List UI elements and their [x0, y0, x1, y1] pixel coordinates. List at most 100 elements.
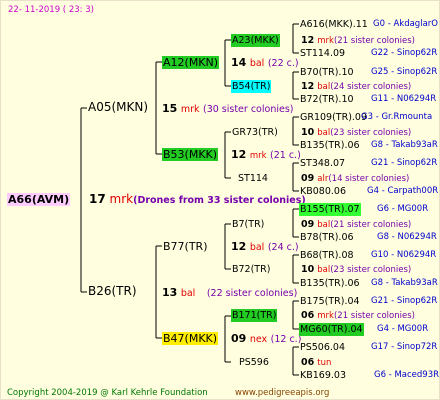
- b77-mating-info: 12 bal (24 c.): [231, 240, 299, 254]
- queen-kb080: KB080.06: [300, 186, 346, 197]
- b7-year: 09: [301, 219, 315, 230]
- queen-b26: B26(TR): [88, 284, 137, 298]
- queen-b77: B77(TR): [163, 240, 208, 253]
- a12-mating: bal: [249, 58, 265, 69]
- st114-year: 09: [301, 173, 315, 184]
- queen-b135-a: B135(TR).06: [300, 140, 360, 151]
- b7-mating-info: 09 bal(21 sister colonies): [301, 218, 411, 232]
- b171-mating-info: 06 mrk(21 sister colonies): [301, 309, 415, 323]
- code-b72-10: G11 - N06294R: [371, 94, 437, 104]
- st114-mating-info: 09 alr(14 sister colonies): [301, 172, 409, 186]
- b77-mating: bal: [249, 242, 265, 253]
- b7-mating: bal: [317, 220, 331, 230]
- code-b175: G21 - Sinop62R: [371, 296, 438, 306]
- ps596-year: 06: [301, 357, 315, 368]
- queen-st114: ST114: [238, 173, 268, 184]
- code-b68: G10 - N06294R: [371, 250, 437, 260]
- code-st348: G21 - Sinop62R: [371, 158, 438, 168]
- st114-note: (14 sister colonies): [328, 174, 410, 184]
- queen-root: A66(AVM): [7, 193, 71, 206]
- b72-note: (23 sister colonies): [330, 265, 412, 275]
- b171-year: 06: [301, 310, 315, 321]
- b72-mating: bal: [317, 265, 331, 275]
- queen-b72: B72(TR): [232, 264, 271, 275]
- gr73-mating: bal: [317, 128, 331, 138]
- code-a616: G0 - AkdaglarO: [373, 19, 438, 29]
- b72-year: 10: [301, 264, 315, 275]
- b53-mating-info: 12 mrk (21 c.): [231, 148, 301, 163]
- gr73-mating-info: 10 bal(23 sister colonies): [301, 126, 411, 140]
- code-b70: G25 - Sinop62R: [371, 67, 438, 77]
- b47-mating-info: 09 nex (12 c.): [231, 332, 301, 346]
- a23-note: (21 sister colonies): [333, 36, 415, 46]
- root-mating: mrk: [109, 192, 134, 206]
- code-kb080: G4 - Carpath00R: [367, 186, 439, 196]
- queen-b135-b: B135(TR).06: [300, 278, 360, 289]
- gr73-note: (23 sister colonies): [330, 128, 412, 138]
- b54-mating: bal: [317, 82, 331, 92]
- root-year: 17: [89, 192, 106, 206]
- a05-note: (30 sister colonies): [202, 104, 294, 115]
- b171-note: (21 sister colonies): [333, 311, 415, 321]
- ps596-mating: tun: [317, 358, 332, 368]
- gr73-year: 10: [301, 127, 315, 138]
- code-b135-a: G8 - Takab93aR: [371, 140, 438, 150]
- b72-mating-info: 10 bal(23 sister colonies): [301, 263, 411, 277]
- b47-year: 09: [231, 332, 247, 345]
- root-note: (Drones from 33 sister colonies): [133, 195, 306, 206]
- queen-b175: B175(TR).04: [300, 296, 360, 307]
- a05-mating: mrk: [180, 104, 200, 115]
- a12-mating-info: 14 bal (22 c.): [231, 56, 299, 70]
- a12-year: 14: [231, 56, 247, 69]
- a05-mating-info: 15 mrk (30 sister colonies): [162, 102, 293, 116]
- b53-note: (21 c.): [270, 150, 301, 161]
- b54-year: 12: [301, 81, 315, 92]
- code-mg60: G4 - MG00R: [377, 324, 429, 334]
- queen-mg60: MG60(TR).04: [299, 323, 364, 336]
- queen-b54: B54(TR): [231, 80, 272, 93]
- queen-b70: B70(TR).10: [300, 67, 354, 78]
- b54-mating-info: 12 bal(24 sister colonies): [301, 80, 411, 94]
- b26-mating: bal: [180, 288, 196, 299]
- a05-year: 15: [162, 102, 178, 115]
- queen-ps596: PS596: [239, 357, 269, 368]
- b171-mating: mrk: [317, 311, 334, 321]
- queen-b72-10: B72(TR).10: [300, 94, 354, 105]
- queen-b78: B78(TR).06: [300, 232, 354, 243]
- copyright-text: Copyright 2004-2019 @ Karl Kehrle Founda…: [7, 388, 208, 398]
- pedigree-chart: 22- 11-2019 ( 23: 3) A66(AVM) 17 mrk(Dro…: [0, 0, 440, 400]
- report-date: 22- 11-2019 ( 23: 3): [8, 5, 94, 15]
- queen-a12: A12(MKN): [162, 56, 220, 69]
- b77-year: 12: [231, 240, 247, 253]
- code-b155: G6 - MG00R: [377, 204, 429, 214]
- b53-year: 12: [231, 148, 247, 161]
- queen-ps506: PS506.04: [300, 342, 345, 353]
- a23-year: 12: [301, 35, 315, 46]
- queen-a05: A05(MKN): [88, 100, 149, 114]
- b47-note: (12 c.): [270, 334, 302, 345]
- a23-mating-info: 12 mrk(21 sister colonies): [301, 34, 415, 48]
- queen-b68: B68(TR).08: [300, 250, 354, 261]
- queen-b7: B7(TR): [232, 219, 265, 230]
- b53-mating: mrk: [249, 151, 267, 161]
- queen-a23: A23(MKK): [231, 34, 280, 47]
- queen-b155: B155(TR).07: [299, 203, 361, 216]
- queen-st348: ST348.07: [300, 158, 346, 169]
- b77-note: (24 c.): [267, 242, 299, 253]
- st114-mating: alr: [317, 174, 329, 184]
- b26-note: (22 sister colonies): [206, 288, 298, 299]
- code-b78: G8 - N06294R: [377, 232, 437, 242]
- code-b135-b: G8 - Takab93aR: [371, 278, 438, 288]
- queen-b53: B53(MKK): [162, 148, 219, 161]
- code-kb169: G6 - Maced93R: [374, 370, 440, 380]
- website-link[interactable]: www.pedigreeapis.org: [235, 387, 329, 399]
- ps596-mating-info: 06 tun: [301, 356, 331, 370]
- queen-st114-09: ST114.09: [300, 48, 346, 59]
- code-gr109: G3 - Gr.Rmounta: [361, 112, 433, 122]
- queen-b47: B47(MKK): [162, 332, 219, 345]
- b26-year: 13: [162, 286, 178, 299]
- queen-gr109: GR109(TR).09: [300, 112, 368, 123]
- a23-mating: mrk: [317, 36, 334, 46]
- queen-b171: B171(TR): [231, 309, 278, 322]
- root-mating-info: 17 mrk(Drones from 33 sister colonies): [89, 193, 306, 207]
